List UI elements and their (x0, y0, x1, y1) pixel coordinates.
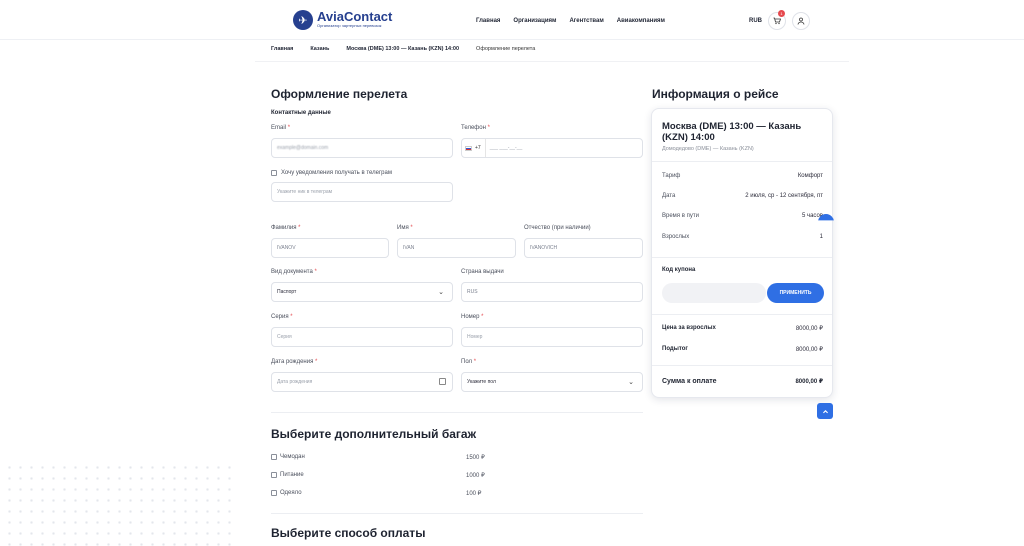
telegram-input[interactable]: Укажите ник в телеграм (271, 182, 453, 202)
birthdate-field[interactable]: Дата рождения (271, 372, 453, 392)
baggage-checkbox-food[interactable] (271, 472, 277, 478)
coupon-label: Код купона (662, 267, 696, 273)
email-label: Email * (271, 125, 291, 131)
name-label: Имя * (397, 225, 413, 231)
payment-title: Выберите способ оплаты (271, 526, 426, 540)
doc-type-label: Вид документа * (271, 269, 317, 275)
nav-organizations[interactable]: Организациям (513, 18, 556, 24)
flight-info-card: Москва (DME) 13:00 — Казань (KZN) 14:00 … (651, 108, 833, 398)
number-label: Номер * (461, 314, 484, 320)
subtotal-value: 8000,00 ₽ (795, 347, 823, 353)
series-label: Серия * (271, 314, 293, 320)
section-divider (271, 513, 643, 514)
baggage-price-blanket: 100 ₽ (466, 491, 482, 497)
total-label: Сумма к оплате (662, 378, 717, 385)
name-field[interactable]: IVAN (397, 238, 516, 258)
breadcrumb-flight[interactable]: Москва (DME) 13:00 — Казань (KZN) 14:00 (346, 46, 459, 52)
baggage-price-suitcase: 1500 ₽ (466, 455, 485, 461)
phone-field[interactable]: +7 ___ ___-__-__ (461, 138, 643, 158)
surname-field[interactable]: IVANOV (271, 238, 389, 258)
adult-price-value: 8000,00 ₽ (795, 326, 823, 332)
phone-label: Телефон * (461, 125, 490, 131)
scroll-to-top-button[interactable] (817, 403, 833, 419)
date-value: 2 июля, ср - 12 сентября, пт (745, 193, 823, 199)
user-button[interactable] (792, 12, 810, 30)
user-icon (797, 17, 805, 25)
apply-coupon-button[interactable]: ПРИМЕНИТЬ (767, 283, 824, 303)
baggage-label-suitcase: Чемодан (280, 454, 305, 460)
cart-count-badge: 1 (778, 10, 785, 17)
card-divider (652, 257, 832, 258)
chevron-down-icon: ⌄ (628, 379, 634, 386)
baggage-label-food: Питание (280, 472, 304, 478)
subtotal-label: Подытог (662, 346, 688, 352)
logo-name: AviaContact (317, 9, 393, 24)
adults-value: 1 (819, 234, 823, 240)
telegram-checkbox[interactable] (271, 170, 277, 176)
baggage-price-food: 1000 ₽ (466, 473, 485, 479)
email-field[interactable]: example@domain.com (271, 138, 453, 158)
cart-icon (773, 17, 781, 25)
calendar-icon (439, 378, 446, 385)
decorative-dots (4, 462, 232, 546)
series-field[interactable]: Серия (271, 327, 453, 347)
logo-tagline: Организатор чартерных перевозок (317, 23, 382, 28)
tariff-label: Тариф (662, 173, 681, 179)
breadcrumb-divider (255, 61, 849, 62)
section-divider (271, 412, 643, 413)
breadcrumb: Главная Казань Москва (DME) 13:00 — Каза… (271, 46, 535, 52)
doc-type-select[interactable]: Паспорт ⌄ (271, 282, 453, 302)
gender-select[interactable]: Укажите пол ⌄ (461, 372, 643, 392)
russia-flag-icon (465, 145, 472, 151)
main-nav: Главная Организациям Агентствам Авиакомп… (476, 18, 665, 24)
contact-section-title: Контактные данные (271, 110, 331, 116)
page-title: Оформление перелета (271, 87, 408, 101)
currency-selector[interactable]: RUB (749, 18, 762, 24)
telegram-checkbox-label: Хочу уведомления получать в телеграм (281, 170, 392, 176)
breadcrumb-current: Оформление перелета (476, 46, 536, 52)
baggage-title: Выберите дополнительный багаж (271, 427, 477, 441)
patronymic-label: Отчество (при наличии) (524, 225, 591, 231)
number-field[interactable]: Номер (461, 327, 643, 347)
baggage-checkbox-suitcase[interactable] (271, 454, 277, 460)
country-label: Страна выдачи (461, 269, 504, 275)
site-header: ✈ AviaContact Организатор чартерных пере… (0, 0, 1024, 40)
birthdate-label: Дата рождения * (271, 359, 318, 365)
flight-title: Москва (DME) 13:00 — Казань (KZN) 14:00 (662, 121, 802, 143)
card-divider (652, 314, 832, 315)
country-field[interactable]: RUS (461, 282, 643, 302)
breadcrumb-city[interactable]: Казань (310, 46, 329, 52)
date-label: Дата (662, 193, 676, 199)
gender-label: Пол * (461, 359, 477, 365)
adult-price-label: Цена за взрослых (662, 325, 716, 331)
duration-label: Время в пути (662, 213, 699, 219)
chevron-down-icon: ⌄ (438, 289, 444, 296)
flight-route: Домодедово (DME) — Казань (KZN) (662, 146, 754, 152)
baggage-label-blanket: Одеяло (280, 490, 302, 496)
patronymic-field[interactable]: IVANOVICH (524, 238, 643, 258)
breadcrumb-home[interactable]: Главная (271, 46, 293, 52)
flight-info-title: Информация о рейсе (652, 87, 779, 101)
card-divider (652, 365, 832, 366)
total-value: 8000,00 ₽ (795, 379, 823, 385)
tariff-value: Комфорт (797, 173, 823, 179)
nav-home[interactable]: Главная (476, 18, 500, 24)
logo[interactable]: ✈ AviaContact Организатор чартерных пере… (293, 10, 392, 30)
surname-label: Фамилия * (271, 225, 301, 231)
adults-label: Взрослых (662, 234, 690, 240)
card-divider (652, 161, 832, 162)
country-code-selector[interactable]: +7 (465, 139, 486, 157)
chevron-up-icon (822, 409, 828, 413)
nav-airlines[interactable]: Авиакомпаниям (617, 18, 665, 24)
baggage-checkbox-blanket[interactable] (271, 490, 277, 496)
coupon-input[interactable] (662, 283, 766, 303)
plane-logo-icon: ✈ (293, 10, 313, 30)
nav-agencies[interactable]: Агентствам (569, 18, 603, 24)
